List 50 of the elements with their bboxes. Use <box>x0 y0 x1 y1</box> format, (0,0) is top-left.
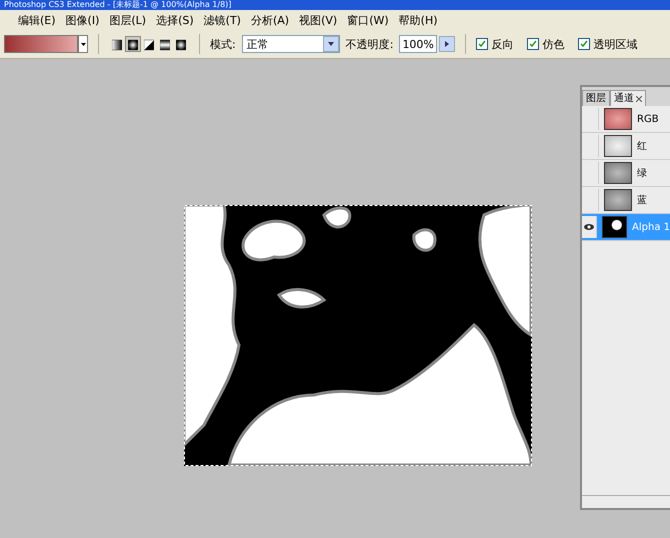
checkbox-label: 仿色 <box>542 36 564 52</box>
triangle-icon <box>445 41 450 47</box>
gradient-type-icon <box>144 39 154 51</box>
channel-name: 蓝 <box>637 194 647 207</box>
channel-row[interactable]: 绿 <box>582 160 670 187</box>
menu-item[interactable]: 图层(L) <box>109 12 146 28</box>
gradient-type-icon <box>128 39 138 51</box>
channel-thumbnail <box>604 189 632 211</box>
menu-item[interactable]: 帮助(H) <box>398 12 438 28</box>
panel-tab[interactable]: 图层 <box>582 90 610 106</box>
arrow-button[interactable] <box>439 36 456 52</box>
channel-name: 绿 <box>637 167 647 180</box>
window-title: Photoshop CS3 Extended - [未标题-1 @ 100%(Alpha 1/8)] <box>0 0 670 10</box>
channel-thumbnail <box>604 162 632 184</box>
gradient-type-button[interactable] <box>125 36 141 52</box>
checkbox[interactable] <box>527 38 540 50</box>
channel-name: 红 <box>637 140 647 153</box>
menu-item[interactable]: 滤镜(T) <box>204 12 241 28</box>
opacity-label: 不透明度: <box>346 36 394 52</box>
panel-tab[interactable]: 通道 <box>610 90 646 106</box>
channel-name: Alpha 1 <box>632 222 670 232</box>
caret-icon <box>322 36 339 52</box>
channel-thumbnail <box>602 216 628 238</box>
menu-item[interactable]: 窗口(W) <box>347 12 389 28</box>
menu-item[interactable]: 编辑(E) <box>18 12 56 28</box>
channel-row[interactable]: 蓝 <box>582 187 670 214</box>
checkbox-label: 反向 <box>491 36 514 52</box>
close-icon[interactable] <box>636 96 642 102</box>
channel-name: RGB <box>637 114 659 124</box>
gradient-swatch[interactable] <box>4 35 78 53</box>
mode-dropdown[interactable]: 正常 <box>242 35 340 53</box>
channel-thumbnail <box>604 108 632 130</box>
mode-label: 模式: <box>210 36 236 52</box>
channel-row[interactable]: RGB <box>582 106 670 133</box>
gradient-type-icon <box>160 39 170 51</box>
eye-icon <box>584 224 594 230</box>
menu-item[interactable]: 选择(S) <box>156 12 194 28</box>
channel-row[interactable]: 红 <box>582 133 670 160</box>
caret-icon[interactable] <box>78 35 88 53</box>
opacity-field[interactable]: 100% <box>399 35 438 53</box>
menu-item[interactable]: 图像(I) <box>66 12 100 28</box>
checkbox[interactable] <box>578 38 590 50</box>
visibility-toggle[interactable] <box>582 216 598 238</box>
channel-thumbnail <box>604 135 632 157</box>
gradient-type-icon <box>176 39 186 51</box>
gradient-type-icon <box>112 39 122 51</box>
menu-item[interactable]: 视图(V) <box>299 12 338 28</box>
checkbox-label: 透明区域 <box>593 36 638 52</box>
checkbox[interactable] <box>476 38 488 50</box>
menu-item[interactable]: 分析(A) <box>250 12 290 28</box>
